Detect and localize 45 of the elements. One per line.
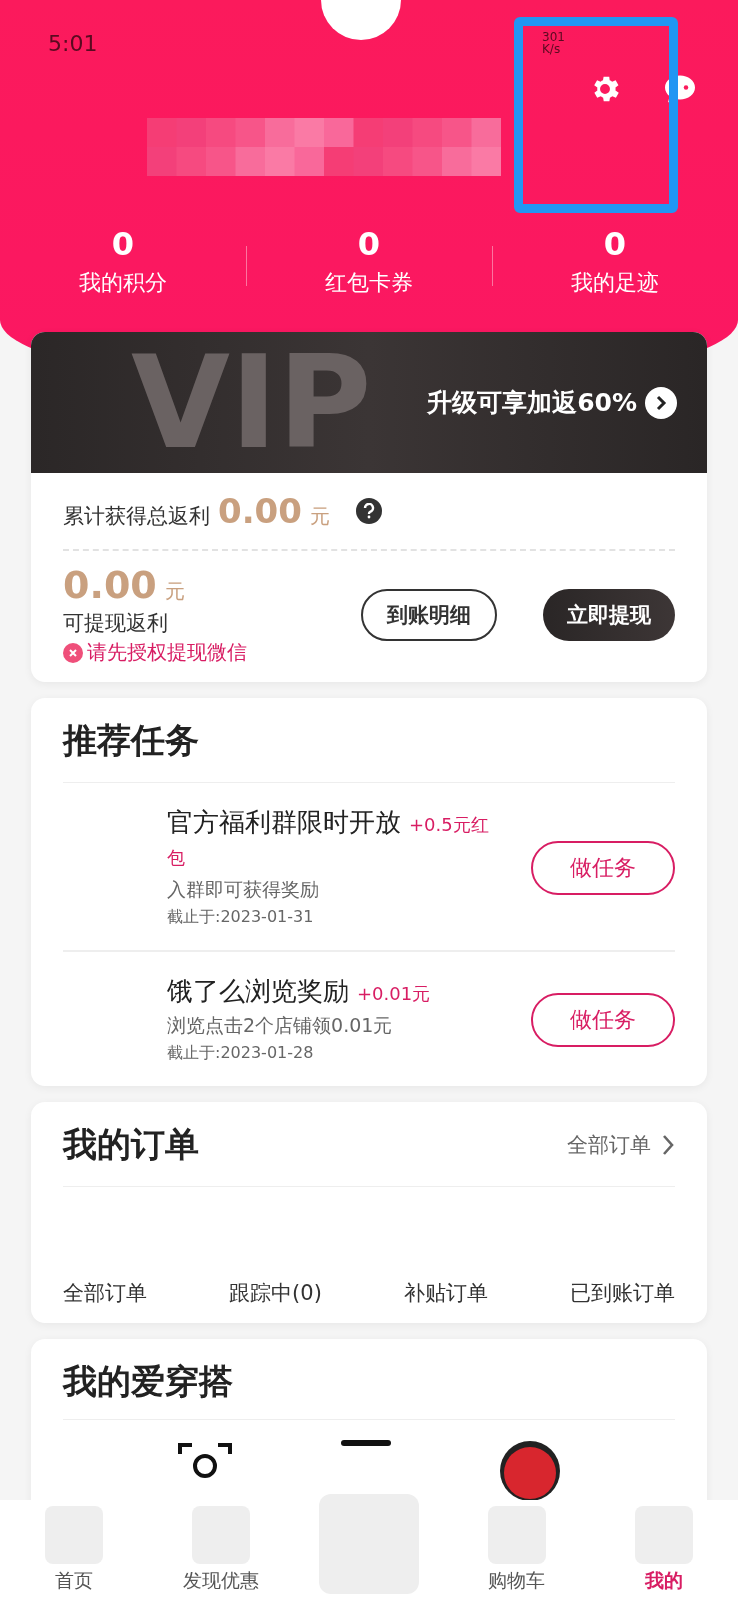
task-title: 饿了么浏览奖励 +0.01元 (167, 976, 432, 1008)
upgrade-promo: 升级可享加返60% (427, 387, 637, 419)
total-rebate-label: 累计获得总返利 (63, 503, 210, 530)
all-orders-link[interactable]: 全部订单 (567, 1131, 651, 1159)
nav-tab[interactable]: 发现优惠 (183, 1568, 260, 1594)
task-description: 浏览点击2个店铺领0.01元 (167, 1013, 394, 1038)
task-deadline: 截止于:2023-01-31 (167, 907, 315, 928)
vip-banner[interactable]: VIP 升级可享加返60% (31, 332, 707, 473)
order-tab[interactable]: 跟踪中(0) (229, 1279, 322, 1307)
section-title: 我的爱穿搭 (63, 1360, 233, 1403)
status-time: 5:01 (48, 30, 98, 56)
network-speed: 301 K/s (542, 31, 566, 55)
camera-icon[interactable] (177, 1440, 233, 1480)
section-title: 我的订单 (63, 1123, 199, 1166)
nav-tab[interactable]: 我的 (645, 1568, 684, 1594)
stat-label[interactable]: 我的积分 (79, 268, 167, 298)
avatar-icon[interactable] (499, 1440, 561, 1502)
nav-tab[interactable]: 购物车 (488, 1568, 546, 1594)
stat-label[interactable]: 我的足迹 (571, 268, 659, 298)
stat-label[interactable]: 红包卡券 (325, 268, 413, 298)
stat-value: 0 (357, 226, 381, 262)
order-tab[interactable]: 全部订单 (63, 1279, 147, 1307)
withdraw-button[interactable]: 立即提现 (543, 588, 675, 641)
stat-value: 0 (111, 226, 135, 262)
task-deadline: 截止于:2023-01-28 (167, 1043, 315, 1064)
do-task-button[interactable]: 做任务 (531, 840, 675, 895)
available-rebate-label: 可提现返利 (63, 610, 169, 637)
help-icon[interactable] (355, 498, 382, 524)
currency-unit: 元 (164, 578, 185, 605)
vip-background-text: VIP (131, 332, 372, 473)
section-title: 推荐任务 (63, 719, 199, 762)
details-button[interactable]: 到账明细 (361, 588, 497, 641)
total-rebate-value: 0.00 (218, 491, 302, 531)
available-rebate-value: 0.00 (63, 563, 157, 607)
order-tab[interactable]: 补贴订单 (403, 1279, 488, 1307)
order-tab[interactable]: 已到账订单 (570, 1279, 675, 1307)
task-title: 官方福利群限时开放 +0.5元红包 (167, 807, 490, 870)
task-description: 入群即可获得奖励 (167, 877, 320, 902)
authorize-warning[interactable]: 请先授权提现微信 (87, 639, 247, 666)
error-icon (63, 642, 83, 663)
do-task-button[interactable]: 做任务 (531, 993, 675, 1047)
nav-tab[interactable]: 首页 (54, 1568, 93, 1594)
chevron-right-icon[interactable] (645, 386, 677, 419)
currency-unit: 元 (309, 503, 330, 530)
stat-value: 0 (603, 226, 627, 262)
